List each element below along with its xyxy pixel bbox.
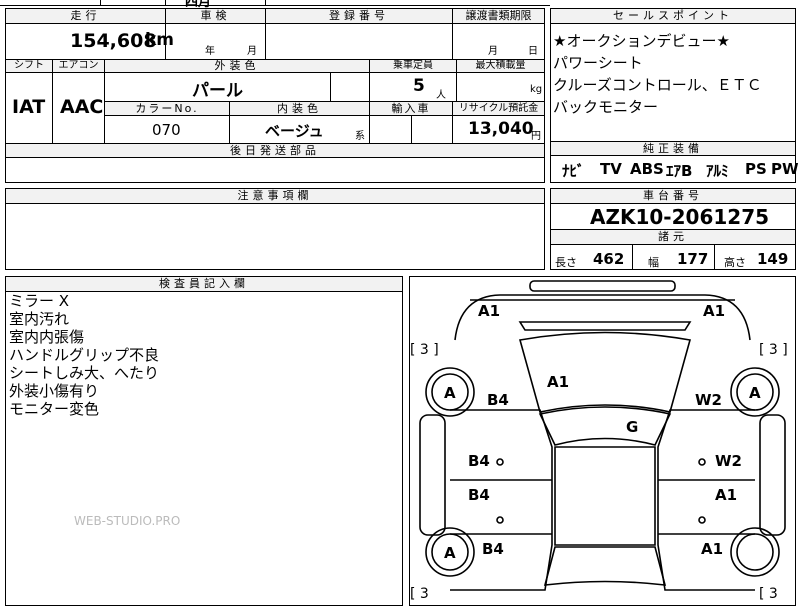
exterior-color-header: 外装色 — [105, 60, 369, 73]
equipment-item: ﾅﾋﾞ — [562, 162, 585, 180]
interior-color-header: 内装色 — [230, 102, 369, 116]
color-no-header: カラーNo. — [105, 102, 229, 116]
inspector-note-item: 室内内張傷 — [9, 328, 85, 346]
car-damage-diagram: A1 A1 A1 G A A A B4 W2 B4 W2 B4 A1 B4 A1… — [410, 280, 788, 600]
recycle-header: リサイクル預託金 — [453, 102, 544, 116]
sales-point-item: パワーシート — [553, 54, 643, 72]
shift-header: シフト — [6, 60, 52, 73]
inspector-note-item: ハンドルグリップ不良 — [9, 346, 160, 364]
mark-right-fender: W2 — [695, 391, 722, 409]
mileage-value: 154,608 — [70, 30, 157, 52]
inspector-notes-header: 検査員記入欄 — [6, 277, 402, 292]
spec-width-value: 177 — [677, 250, 709, 268]
spec-length-label: 長さ — [555, 256, 577, 269]
load-unit: kg — [530, 84, 543, 95]
mark-left-rear-quarter: B4 — [482, 540, 504, 558]
chassis-number-value: AZK10-2061275 — [590, 205, 770, 229]
sales-point-item: バックモニター — [553, 98, 659, 116]
bracket-front-left: [ 3 ] — [410, 342, 439, 358]
equipment-item: ｱﾙﾐ — [706, 162, 729, 180]
specs-header: 諸元 — [551, 230, 795, 245]
mark-left-front-wheel: A — [444, 384, 456, 402]
transfer-deadline-header: 譲渡書類期限 — [453, 9, 544, 24]
equipment-item: ABS — [630, 160, 664, 178]
shift-value: IAT — [12, 96, 46, 118]
top-cutoff-row — [0, 0, 550, 6]
recycle-unit: 円 — [531, 131, 541, 142]
sales-point-item: クルーズコントロール、ＥＴＣ — [553, 76, 762, 94]
inspection-month-suffix: 月 — [247, 46, 257, 57]
mark-right-front-wheel: A — [749, 384, 761, 402]
sales-points-header: セールスポイント — [551, 9, 795, 24]
mark-roof: G — [626, 418, 638, 436]
inspection-header: 車検 — [166, 9, 265, 24]
equipment-item: TV — [600, 160, 622, 178]
sales-point-item: ★オークションデビュー★ — [553, 32, 730, 50]
mark-right-front-door: W2 — [715, 452, 742, 470]
mark-front-right-corner: A1 — [703, 302, 725, 320]
inspector-note-item: ミラー X — [9, 292, 70, 310]
transfer-day-suffix: 日 — [528, 46, 538, 57]
mark-left-rear-wheel: A — [444, 544, 456, 562]
bracket-rear-right: [ 3 — [759, 586, 778, 600]
mark-left-fender: B4 — [487, 391, 509, 409]
import-header: 輸入車 — [370, 102, 452, 116]
watermark: WEB-STUDIO.PRO — [74, 514, 181, 528]
aircon-value: AAC — [60, 96, 104, 118]
inspector-note-item: 外装小傷有り — [9, 382, 100, 400]
interior-color-suffix: 系 — [355, 131, 365, 142]
registration-header: 登録番号 — [266, 9, 452, 24]
chassis-number-header: 車台番号 — [551, 189, 795, 204]
equipment-item: PS — [745, 160, 767, 178]
mark-left-front-door: B4 — [468, 452, 490, 470]
mark-front-left-corner: A1 — [478, 302, 500, 320]
inspection-year-suffix: 年 — [205, 46, 215, 57]
bracket-front-right: [ 3 ] — [759, 342, 788, 358]
max-load-header: 最大積載量 — [457, 60, 544, 73]
notes-header: 注意事項欄 — [6, 189, 544, 204]
equipment-item: PW — [771, 160, 799, 178]
transfer-month-suffix: 月 — [488, 46, 498, 57]
mark-right-rear-quarter: A1 — [701, 540, 723, 558]
aircon-header: エアコン — [53, 60, 104, 73]
inspector-note-item: シートしみ大、へたり — [9, 364, 160, 382]
spec-width-label: 幅 — [648, 256, 659, 269]
recycle-value: 13,040 — [468, 119, 534, 139]
mileage-header: 走行 — [6, 9, 165, 24]
mileage-unit: km — [145, 30, 175, 50]
later-parts-header: 後日発送部品 — [6, 144, 544, 158]
spec-height-value: 149 — [757, 250, 789, 268]
standard-equipment-header: 純正装備 — [551, 142, 795, 156]
exterior-color-value: パール — [192, 81, 243, 101]
inspector-note-item: 室内汚れ — [9, 310, 70, 328]
spec-length-value: 462 — [593, 250, 625, 268]
inspector-note-item: モニター変色 — [9, 400, 100, 418]
capacity-header: 乗車定員 — [370, 60, 456, 73]
mark-left-rear-door: B4 — [468, 486, 490, 504]
color-no-value: 070 — [152, 121, 181, 139]
bracket-rear-left: [ 3 — [410, 586, 429, 600]
mark-right-rear-door: A1 — [715, 486, 737, 504]
capacity-unit: 人 — [436, 90, 446, 101]
mark-hood: A1 — [547, 373, 569, 391]
equipment-item: ｴｱB — [666, 162, 693, 180]
capacity-value: 5 — [413, 76, 425, 96]
spec-height-label: 高さ — [724, 256, 746, 269]
interior-color-value: ベージュ — [265, 122, 324, 140]
